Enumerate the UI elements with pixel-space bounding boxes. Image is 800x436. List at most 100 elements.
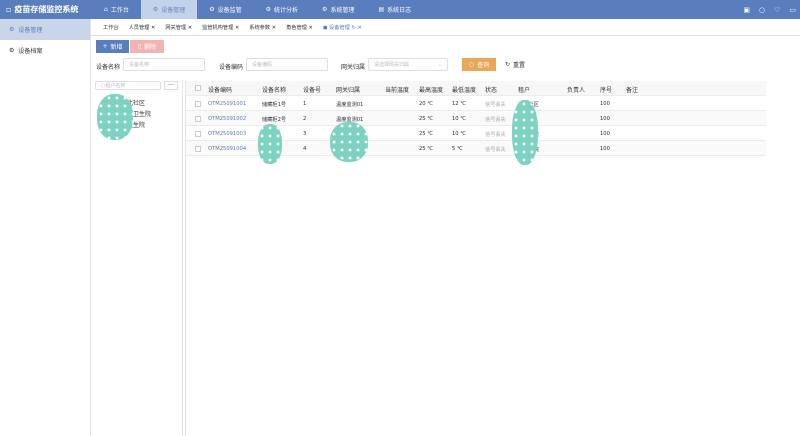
- table-cell: 信号丢失: [485, 132, 506, 138]
- column-header[interactable]: 设备号: [303, 85, 321, 94]
- nav-device-monitor[interactable]: ⚙ 设备监管: [197, 0, 253, 19]
- column-header[interactable]: 网关归属: [336, 85, 360, 94]
- table-cell: 2: [303, 116, 307, 122]
- tab-params[interactable]: 系统参数 ✕: [249, 24, 276, 31]
- sidebar-label: 设备档案: [18, 48, 43, 55]
- table-cell: 4: [303, 146, 307, 152]
- table-row: OTM25091001储藏柜1号1温度监测0120 ℃12 ℃信号丢失城北社区1…: [186, 96, 766, 111]
- nav-label: 系统管理: [330, 7, 355, 14]
- tab-agency[interactable]: 监管机构管理 ✕: [202, 24, 239, 31]
- nav-label: 系统日志: [387, 7, 412, 14]
- table-cell: 25 ℃: [419, 116, 434, 122]
- doc-icon: ▤: [378, 6, 385, 13]
- plus-icon: +: [102, 43, 108, 50]
- tenant-search-input[interactable]: ○ 租户名称: [95, 81, 161, 90]
- button-label: 重置: [513, 62, 526, 69]
- close-icon[interactable]: ✕: [235, 25, 239, 31]
- table-cell: 100: [600, 101, 610, 107]
- tab-label: 系统参数: [249, 24, 271, 31]
- tab-gateway[interactable]: 网关管理 ✕: [165, 24, 192, 31]
- nav-statistics[interactable]: ⚙ 统计分析: [254, 0, 310, 19]
- button-label: 删除: [144, 44, 157, 51]
- column-header[interactable]: 备注: [626, 85, 638, 94]
- gear-icon: ⚙: [152, 6, 159, 13]
- table-cell[interactable]: OTM25091002: [208, 116, 246, 122]
- message-icon[interactable]: ▭: [789, 6, 796, 14]
- column-header[interactable]: 状态: [485, 85, 497, 94]
- table-cell: 储藏柜2号: [262, 117, 287, 123]
- device-code-input[interactable]: 设备编码: [246, 58, 328, 71]
- tab-personnel[interactable]: 人员管理 ✕: [129, 24, 156, 31]
- sidebar-item-device-management[interactable]: ⚙ 设备管理: [0, 19, 90, 40]
- column-header[interactable]: 最高温度: [419, 85, 443, 94]
- device-name-label: 设备名称: [96, 64, 121, 71]
- close-icon[interactable]: ✕: [151, 25, 155, 31]
- sidebar-item-device-archive[interactable]: ⚙ 设备档案: [0, 40, 90, 61]
- nav-device-management[interactable]: ⚙ 设备管理: [140, 0, 198, 19]
- redaction-mark: [330, 122, 368, 162]
- button-label: 新增: [110, 44, 123, 51]
- close-icon[interactable]: ✕: [309, 25, 313, 31]
- nav-system-management[interactable]: ⚙ 系统管理: [310, 0, 366, 19]
- column-header[interactable]: 最低温度: [452, 85, 476, 94]
- add-button[interactable]: + 新增: [96, 40, 129, 53]
- button-label: 查询: [477, 62, 490, 69]
- nav-label: 工作台: [110, 7, 129, 14]
- menu-icon: ▫: [6, 5, 12, 14]
- close-icon[interactable]: ✕: [357, 25, 361, 31]
- reset-button[interactable]: ↻ 重置: [498, 58, 532, 71]
- table-cell[interactable]: OTM25091004: [208, 146, 246, 152]
- row-checkbox[interactable]: [195, 131, 201, 139]
- table-cell: 信号丢失: [485, 117, 506, 123]
- column-header[interactable]: 序号: [600, 85, 612, 94]
- tab-device-management[interactable]: ● 设备管理 ↻ ✕: [323, 24, 362, 31]
- gear-icon: ⚙: [265, 6, 272, 13]
- table-cell: 3: [303, 131, 307, 137]
- tenant-tree: ○ 租户名称 ··· 北社区 城卫生院 卫生院: [91, 80, 183, 436]
- nav-workbench[interactable]: ⌂ 工作台: [92, 0, 141, 19]
- close-icon[interactable]: ✕: [188, 25, 192, 31]
- table-cell[interactable]: OTM25091003: [208, 131, 246, 137]
- table-cell: 12 ℃: [452, 101, 467, 107]
- tab-workbench[interactable]: 工作台: [103, 24, 119, 31]
- sidebar: ⚙ 设备管理 ⚙ 设备档案: [0, 19, 91, 436]
- table-cell: 信号丢失: [485, 102, 506, 108]
- tab-roles[interactable]: 角色管理 ✕: [286, 24, 313, 31]
- user-icon[interactable]: ♡: [774, 6, 780, 14]
- nav-system-log[interactable]: ▤ 系统日志: [366, 0, 423, 19]
- main-content: + 新增 ▯ 删除 设备名称 设备名称 设备编码 设备编码 网关归属 请选择网关归属…: [91, 36, 800, 436]
- redaction-mark: [258, 124, 282, 164]
- column-header[interactable]: 负责人: [567, 85, 585, 94]
- table-cell: 5 ℃: [452, 146, 463, 152]
- search-icon: ○: [468, 61, 475, 68]
- row-checkbox[interactable]: [195, 116, 201, 124]
- tab-label: 角色管理: [286, 24, 307, 31]
- row-checkbox[interactable]: [195, 146, 201, 154]
- sidebar-label: 设备管理: [18, 27, 43, 34]
- gear-icon: ⚙: [9, 47, 15, 54]
- table-header: 设备编码 设备名称 设备号 网关归属 当前温度 最高温度 最低温度 状态 租户 负责人 序号 备注: [186, 81, 766, 96]
- gateway-placeholder: 请选择网关归属: [374, 62, 410, 68]
- table-cell: 10 ℃: [452, 116, 467, 122]
- more-button[interactable]: ···: [164, 81, 178, 90]
- app-logo: ▫ 疫苗存储监控系统: [0, 4, 92, 15]
- column-header[interactable]: 当前温度: [385, 85, 409, 94]
- gear-icon: ⚙: [209, 6, 215, 13]
- column-header[interactable]: 租户: [518, 85, 530, 94]
- select-all-checkbox[interactable]: [195, 85, 201, 93]
- refresh-icon[interactable]: ↻: [351, 25, 355, 31]
- row-checkbox[interactable]: [195, 101, 201, 109]
- query-button[interactable]: ○ 查询: [462, 58, 496, 71]
- search-icon[interactable]: ○: [759, 6, 765, 14]
- top-header: ▫ 疫苗存储监控系统 ⌂ 工作台 ⚙ 设备管理 ⚙ 设备监管 ⚙ 统计分析 ⚙ 系统管理 ▤…: [0, 0, 800, 19]
- delete-button[interactable]: ▯ 删除: [130, 40, 164, 53]
- close-icon[interactable]: ✕: [272, 25, 276, 31]
- table-cell[interactable]: OTM25091001: [208, 101, 246, 107]
- fullscreen-icon[interactable]: ▣: [743, 6, 750, 14]
- nav-label: 设备管理: [161, 7, 186, 14]
- column-header[interactable]: 设备编码: [208, 85, 232, 94]
- column-header[interactable]: 设备名称: [262, 85, 286, 94]
- device-name-input[interactable]: 设备名称: [123, 58, 205, 71]
- tab-label: 监管机构管理: [202, 24, 234, 31]
- gateway-select[interactable]: 请选择网关归属 ⌄: [368, 58, 448, 71]
